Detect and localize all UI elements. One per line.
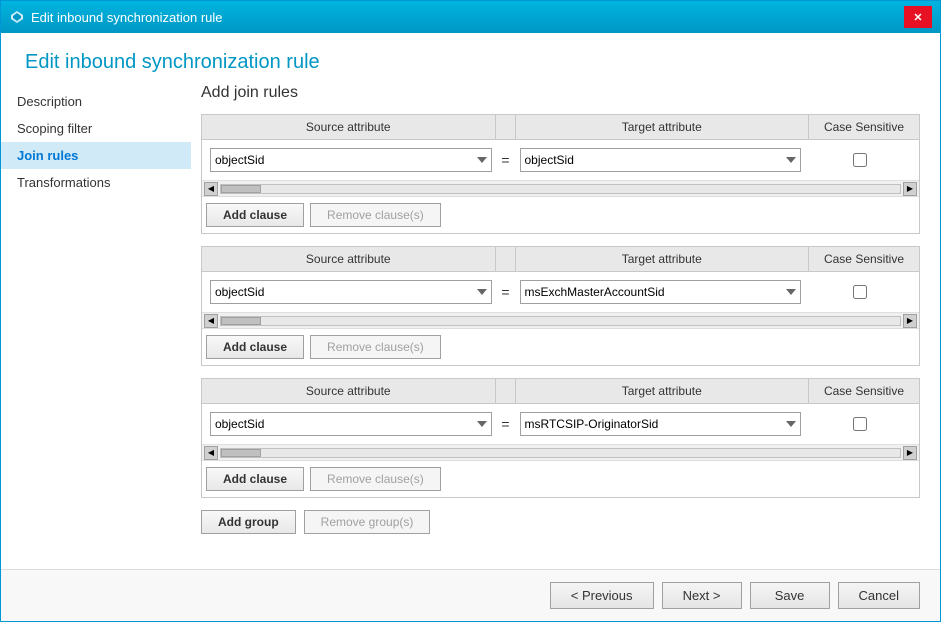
rule-row-2-1: objectSid accountEnabled cn = msExchMast… [202, 272, 919, 313]
add-group-button[interactable]: Add group [201, 510, 296, 534]
source-cell-1-1: objectSid accountEnabled cn displayName [206, 146, 496, 174]
scrollbar-3: ◀ ▶ [202, 445, 919, 461]
col-case-2: Case Sensitive [809, 247, 919, 271]
sidebar-item-scoping-filter[interactable]: Scoping filter [1, 115, 191, 142]
page-title: Edit inbound synchronization rule [1, 33, 940, 84]
case-cell-2-1 [805, 283, 915, 301]
footer: < Previous Next > Save Cancel [1, 569, 940, 621]
rule-group-2: Source attribute Target attribute Case S… [201, 246, 920, 366]
rule-group-3-header: Source attribute Target attribute Case S… [202, 379, 919, 404]
app-icon [9, 9, 25, 25]
case-cell-1-1 [805, 151, 915, 169]
main-window: Edit inbound synchronization rule ✕ Edit… [0, 0, 941, 622]
rule-group-2-header: Source attribute Target attribute Case S… [202, 247, 919, 272]
source-select-2-1[interactable]: objectSid accountEnabled cn [210, 280, 492, 304]
scrollbar-thumb-2 [221, 317, 261, 325]
remove-group-button[interactable]: Remove group(s) [304, 510, 431, 534]
remove-clause-3-button[interactable]: Remove clause(s) [310, 467, 441, 491]
target-select-2-1[interactable]: msExchMasterAccountSid objectSid cn [520, 280, 802, 304]
right-panel: Add join rules Source attribute Target a… [191, 84, 940, 569]
group-actions: Add group Remove group(s) [201, 510, 920, 534]
content-area: Edit inbound synchronization rule Descri… [1, 33, 940, 569]
scrollbar-2: ◀ ▶ [202, 313, 919, 329]
col-eq-2 [496, 247, 516, 271]
scrollbar-thumb-3 [221, 449, 261, 457]
eq-2-1: = [496, 282, 516, 302]
main-content: Description Scoping filter Join rules Tr… [1, 84, 940, 569]
eq-1-1: = [496, 150, 516, 170]
scroll-left-2[interactable]: ◀ [204, 314, 218, 328]
section-title: Add join rules [201, 84, 920, 102]
target-cell-2-1: msExchMasterAccountSid objectSid cn [516, 278, 806, 306]
rule-actions-2: Add clause Remove clause(s) [202, 329, 919, 365]
scrollbar-track-1 [220, 184, 901, 194]
previous-button[interactable]: < Previous [550, 582, 654, 609]
col-target-3: Target attribute [516, 379, 810, 403]
rule-group-1: Source attribute Target attribute Case S… [201, 114, 920, 234]
add-clause-2-button[interactable]: Add clause [206, 335, 304, 359]
case-checkbox-1-1[interactable] [853, 153, 867, 167]
rule-actions-3: Add clause Remove clause(s) [202, 461, 919, 497]
case-cell-3-1 [805, 415, 915, 433]
target-cell-3-1: msRTCSIP-OriginatorSid objectSid cn [516, 410, 806, 438]
source-select-1-1[interactable]: objectSid accountEnabled cn displayName [210, 148, 492, 172]
sidebar: Description Scoping filter Join rules Tr… [1, 84, 191, 569]
col-target-1: Target attribute [516, 115, 810, 139]
add-clause-3-button[interactable]: Add clause [206, 467, 304, 491]
scroll-right-3[interactable]: ▶ [903, 446, 917, 460]
window-title: Edit inbound synchronization rule [31, 10, 223, 25]
remove-clause-1-button[interactable]: Remove clause(s) [310, 203, 441, 227]
save-button[interactable]: Save [750, 582, 830, 609]
col-source-2: Source attribute [202, 247, 496, 271]
target-select-3-1[interactable]: msRTCSIP-OriginatorSid objectSid cn [520, 412, 802, 436]
case-checkbox-2-1[interactable] [853, 285, 867, 299]
source-cell-3-1: objectSid accountEnabled cn [206, 410, 496, 438]
col-target-2: Target attribute [516, 247, 810, 271]
source-select-3-1[interactable]: objectSid accountEnabled cn [210, 412, 492, 436]
col-source-1: Source attribute [202, 115, 496, 139]
col-eq-3 [496, 379, 516, 403]
scrollbar-track-2 [220, 316, 901, 326]
title-bar: Edit inbound synchronization rule ✕ [1, 1, 940, 33]
scrollbar-track-3 [220, 448, 901, 458]
scroll-right-1[interactable]: ▶ [903, 182, 917, 196]
col-case-3: Case Sensitive [809, 379, 919, 403]
target-cell-1-1: objectSid accountEnabled cn [516, 146, 806, 174]
cancel-button[interactable]: Cancel [838, 582, 920, 609]
col-eq-1 [496, 115, 516, 139]
scroll-right-2[interactable]: ▶ [903, 314, 917, 328]
sidebar-item-join-rules[interactable]: Join rules [1, 142, 191, 169]
source-cell-2-1: objectSid accountEnabled cn [206, 278, 496, 306]
rule-group-3: Source attribute Target attribute Case S… [201, 378, 920, 498]
remove-clause-2-button[interactable]: Remove clause(s) [310, 335, 441, 359]
sidebar-item-description[interactable]: Description [1, 88, 191, 115]
sidebar-item-transformations[interactable]: Transformations [1, 169, 191, 196]
next-button[interactable]: Next > [662, 582, 742, 609]
target-select-1-1[interactable]: objectSid accountEnabled cn [520, 148, 802, 172]
rule-row-3-1: objectSid accountEnabled cn = msRTCSIP-O… [202, 404, 919, 445]
eq-3-1: = [496, 414, 516, 434]
scrollbar-1: ◀ ▶ [202, 181, 919, 197]
close-button[interactable]: ✕ [904, 6, 932, 28]
col-source-3: Source attribute [202, 379, 496, 403]
add-clause-1-button[interactable]: Add clause [206, 203, 304, 227]
rule-actions-1: Add clause Remove clause(s) [202, 197, 919, 233]
col-case-1: Case Sensitive [809, 115, 919, 139]
case-checkbox-3-1[interactable] [853, 417, 867, 431]
scrollbar-thumb-1 [221, 185, 261, 193]
scroll-left-1[interactable]: ◀ [204, 182, 218, 196]
scroll-left-3[interactable]: ◀ [204, 446, 218, 460]
rule-row-1-1: objectSid accountEnabled cn displayName … [202, 140, 919, 181]
rule-group-1-header: Source attribute Target attribute Case S… [202, 115, 919, 140]
